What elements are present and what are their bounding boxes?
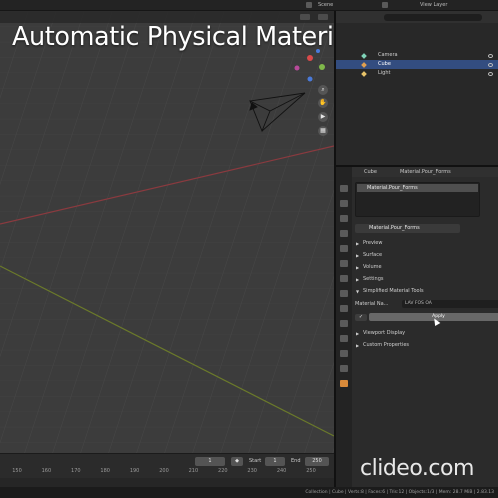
timeline-tick-label: 190 (129, 468, 140, 474)
panel-simplified-material-tools[interactable]: ▼ Simplified Material Tools (355, 287, 495, 296)
material-tab-icon[interactable] (340, 380, 348, 387)
timeline-editor[interactable]: 1 ◆ Start 1 End 250 150 160 170 180 190 200 21… (0, 453, 334, 488)
eye-icon[interactable] (488, 62, 493, 67)
panel-custom-properties[interactable]: ▶ Custom Properties (355, 341, 495, 350)
light-icon (361, 70, 367, 77)
current-frame-field[interactable]: 1 (195, 457, 225, 466)
apply-row: ✓ Apply (355, 313, 498, 322)
status-text: Collection | Cube | Verts:8 | Faces:6 | … (305, 490, 494, 495)
panel-viewport-display[interactable]: ▶ Viewport Display (355, 329, 495, 338)
scene-selector[interactable]: Scene (318, 2, 333, 8)
view-layer-tab-icon[interactable] (340, 230, 348, 237)
modifier-tab-icon[interactable] (340, 305, 348, 312)
camera-data-icon (361, 52, 367, 59)
viewport-overlay-toggle[interactable] (318, 14, 328, 20)
end-frame-field[interactable]: 250 (305, 457, 329, 466)
outliner-row-label: Cube (378, 61, 391, 67)
outliner-row-cube[interactable]: Cube (336, 60, 498, 69)
physics-tab-icon[interactable] (340, 335, 348, 342)
chevron-right-icon: ▶ (356, 331, 360, 336)
material-slot-list[interactable]: Material.Pour_Forms (355, 182, 480, 217)
properties-tab-bar (336, 167, 352, 487)
tool-tab-icon[interactable] (340, 185, 348, 192)
camera-view-icon[interactable]: ▶ (318, 112, 328, 122)
data-tab-icon[interactable] (340, 365, 348, 372)
timeline-tick-label: 250 (306, 468, 316, 474)
chevron-right-icon: ▶ (356, 265, 360, 270)
zoom-icon[interactable]: ⌕ (318, 85, 328, 95)
status-bar: Collection | Cube | Verts:8 | Faces:6 | … (0, 487, 498, 498)
scene-tab-icon[interactable] (340, 245, 348, 252)
constraints-tab-icon[interactable] (340, 350, 348, 357)
header-object-name: Cube (364, 169, 377, 175)
timeline-ruler[interactable]: 150 160 170 180 190 200 210 220 230 240 250 (0, 468, 334, 478)
outliner[interactable]: Camera Cube Light (336, 11, 498, 165)
timeline-tick-label: 180 (100, 468, 110, 474)
viewport-grid (0, 11, 334, 453)
mesh-icon (361, 61, 367, 68)
object-tab-icon[interactable] (340, 290, 348, 297)
start-label: Start (249, 458, 262, 464)
properties-header: Cube Material.Pour_Forms (352, 167, 498, 177)
chevron-down-icon: ▼ (356, 289, 360, 294)
material-datablock-field[interactable]: Material.Pour_Forms (355, 224, 460, 233)
chevron-right-icon: ▶ (356, 253, 360, 258)
timeline-tick-label: 240 (276, 468, 287, 474)
3d-viewport[interactable]: ⌕ ✋ ▶ ▦ (0, 11, 334, 453)
panel-label: Settings (363, 276, 384, 282)
viewport-shading-dropdown[interactable] (300, 14, 310, 20)
panel-preview[interactable]: ▶ Preview (355, 239, 495, 248)
timeline-tick-label: 160 (41, 468, 52, 474)
properties-main: Cube Material.Pour_Forms Material.Pour_F… (352, 167, 498, 487)
top-header: Scene View Layer (0, 0, 498, 11)
panel-label: Preview (363, 240, 383, 246)
outliner-header (336, 11, 498, 23)
outliner-row-light[interactable]: Light (336, 69, 498, 78)
timeline-tick-label: 150 (12, 468, 22, 474)
panel-label: Surface (363, 252, 383, 258)
end-label: End (291, 458, 301, 464)
keyframe-icon[interactable]: ◆ (231, 457, 243, 466)
panel-label: Simplified Material Tools (363, 288, 424, 294)
watermark: clideo.com (360, 456, 474, 481)
material-name-label: Material Na... (355, 301, 389, 307)
particles-tab-icon[interactable] (340, 320, 348, 327)
timeline-frame-controls: 1 ◆ Start 1 End 250 (195, 457, 332, 466)
timeline-tick-label: 170 (71, 468, 81, 474)
chevron-right-icon: ▶ (356, 277, 360, 282)
panel-volume[interactable]: ▶ Volume (355, 263, 495, 272)
chevron-right-icon: ▶ (356, 241, 360, 246)
panel-label: Viewport Display (363, 330, 406, 336)
grid-view-icon[interactable]: ▦ (318, 126, 328, 136)
output-tab-icon[interactable] (340, 215, 348, 222)
world-tab-icon[interactable] (340, 260, 348, 267)
collection-tab-icon[interactable] (340, 275, 348, 282)
chevron-right-icon: ▶ (356, 343, 360, 348)
panel-settings[interactable]: ▶ Settings (355, 275, 495, 284)
timeline-tick-label: 200 (159, 468, 169, 474)
eye-icon[interactable] (488, 53, 493, 58)
view-layer-selector[interactable]: View Layer (420, 2, 447, 8)
panel-label: Volume (363, 264, 382, 270)
timeline-tick-label: 220 (218, 468, 228, 474)
scene-icon[interactable] (306, 2, 312, 8)
apply-checkbox[interactable]: ✓ (355, 314, 367, 321)
outliner-row-label: Camera (378, 52, 398, 58)
eye-icon[interactable] (488, 71, 493, 76)
timeline-tick-label: 210 (188, 468, 199, 474)
panel-label: Custom Properties (363, 342, 410, 348)
outliner-search-input[interactable] (384, 14, 482, 21)
material-slot-item[interactable]: Material.Pour_Forms (357, 184, 478, 192)
panel-surface[interactable]: ▶ Surface (355, 251, 495, 260)
material-name-input[interactable]: LAV FOS OA (402, 300, 498, 308)
start-frame-field[interactable]: 1 (265, 457, 285, 466)
properties-editor[interactable]: Cube Material.Pour_Forms Material.Pour_F… (336, 167, 498, 487)
timeline-tick-label: 230 (247, 468, 257, 474)
header-material-name: Material.Pour_Forms (400, 169, 451, 175)
view-layer-icon[interactable] (382, 2, 388, 8)
render-tab-icon[interactable] (340, 200, 348, 207)
outliner-row-label: Light (378, 70, 391, 76)
outliner-row-camera[interactable]: Camera (336, 51, 498, 60)
pan-hand-icon[interactable]: ✋ (318, 98, 328, 108)
